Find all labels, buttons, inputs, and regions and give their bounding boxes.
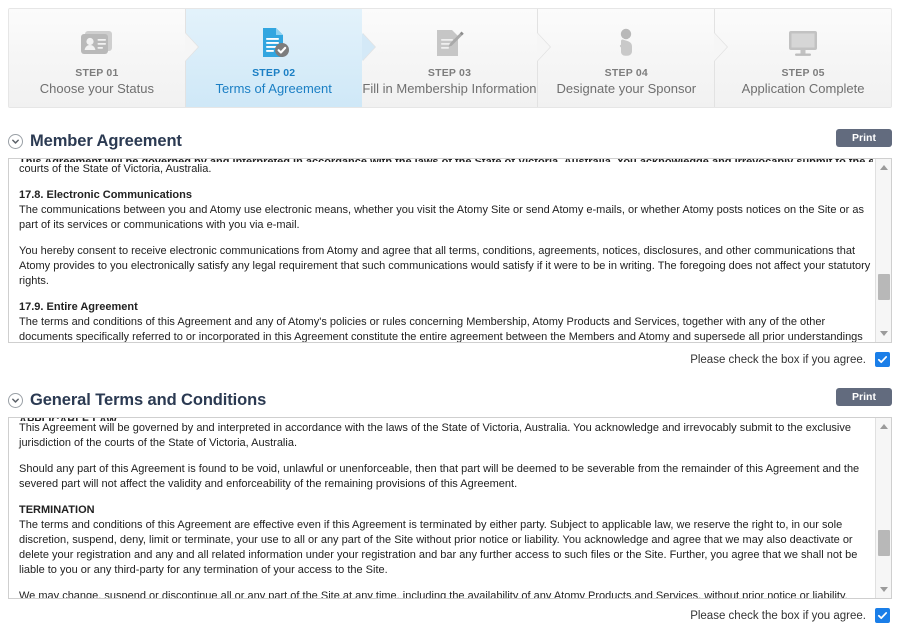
agree-label-member-agreement: Please check the box if you agree. [690,353,866,366]
id-card-icon [80,26,114,60]
progress-stepper: STEP 01 Choose your Status STEP 02 Terms of… [8,8,892,108]
clause-paragraph: The terms and conditions of this Agreeme… [19,316,863,343]
agree-checkbox-general-terms[interactable] [875,608,890,623]
step-arrow-icon [184,33,198,61]
step-label-3: Fill in Membership Information [362,81,537,96]
member-agreement-section: Member Agreement Print This Agreement wi… [8,128,892,367]
chevron-down-icon[interactable] [8,133,23,149]
step-arrow-icon [714,33,728,61]
general-terms-text: APPLICABLE LAWThis Agreement will be gov… [9,418,891,599]
step-label-2: Terms of Agreement [215,81,332,96]
step-arrow-icon [537,33,551,61]
general-terms-header: General Terms and Conditions Print [8,387,892,413]
scroll-up-arrow-icon[interactable] [876,159,891,176]
clause-paragraph: We may change, suspend or discontinue al… [19,590,848,599]
clause-paragraph: courts of the State of Victoria, Austral… [19,163,212,175]
agree-checkbox-member-agreement[interactable] [875,352,890,367]
step-label-5: Application Complete [741,81,865,96]
scroll-down-arrow-icon[interactable] [876,581,891,598]
clause-heading: 17.9. Entire Agreement [19,301,138,313]
member-agreement-agree-row: Please check the box if you agree. [8,352,892,367]
step-arrow-icon [361,33,375,61]
clause-heading: 17.8. Electronic Communications [19,189,192,201]
form-pencil-icon [432,26,466,60]
person-hand-icon [610,26,642,60]
page-title-general-terms: General Terms and Conditions [30,390,267,409]
member-agreement-scroll-panel[interactable]: This Agreement will be governed by and i… [8,158,892,343]
general-terms-agree-row: Please check the box if you agree. [8,608,892,623]
clause-paragraph: The communications between you and Atomy… [19,204,864,231]
scroll-down-arrow-icon[interactable] [876,325,891,342]
clause-paragraph: This Agreement will be governed by and i… [19,422,851,449]
clause-heading: TERMINATION [19,504,95,516]
clause-paragraph: The terms and conditions of this Agreeme… [19,519,858,576]
scrollbar-thumb[interactable] [878,273,890,300]
agree-label-general-terms: Please check the box if you agree. [690,609,866,622]
step-number-3: STEP 03 [427,67,472,79]
step-number-2: STEP 02 [252,67,296,79]
step-5[interactable]: STEP 05 Application Complete [715,9,891,107]
clause-paragraph: Should any part of this Agreement is fou… [19,463,860,490]
general-terms-scrollbar[interactable] [875,418,891,598]
monitor-icon [786,26,820,60]
document-check-icon [257,26,291,60]
print-button-general-terms[interactable]: Print [836,388,892,406]
step-3[interactable]: STEP 03 Fill in Membership Information [361,9,552,107]
general-terms-scroll-panel[interactable]: APPLICABLE LAWThis Agreement will be gov… [8,417,892,599]
general-terms-section: General Terms and Conditions Print APPLI… [8,387,892,623]
step-number-5: STEP 05 [781,67,825,79]
step-1[interactable]: STEP 01 Choose your Status [9,9,199,107]
clause-paragraph: You hereby consent to receive electronic… [19,245,871,287]
step-number-4: STEP 04 [604,67,648,79]
scroll-up-arrow-icon[interactable] [876,418,891,435]
chevron-down-icon[interactable] [8,392,23,408]
scrollbar-thumb[interactable] [878,530,890,557]
page-title-member-agreement: Member Agreement [30,131,182,150]
step-4[interactable]: STEP 04 Designate your Sponsor [538,9,729,107]
member-agreement-header: Member Agreement Print [8,128,892,154]
member-agreement-scrollbar[interactable] [875,159,891,342]
step-2[interactable]: STEP 02 Terms of Agreement [185,9,376,107]
print-button-member-agreement[interactable]: Print [836,129,892,147]
member-agreement-text: This Agreement will be governed by and i… [9,159,891,343]
step-number-1: STEP 01 [75,67,119,79]
step-label-4: Designate your Sponsor [556,81,697,96]
step-label-1: Choose your Status [39,81,154,96]
